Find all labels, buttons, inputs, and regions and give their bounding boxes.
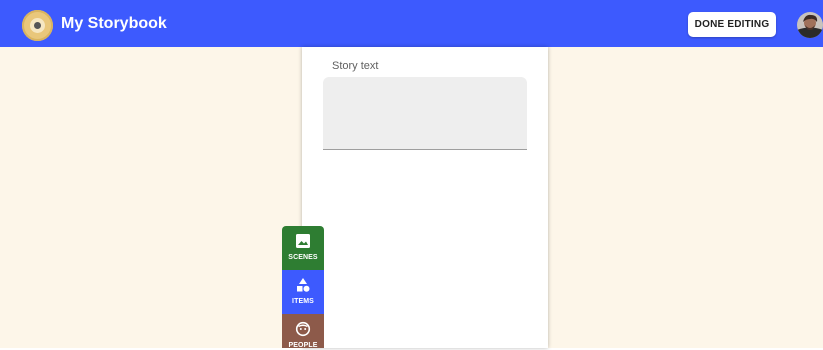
people-label: PEOPLE [288, 342, 318, 349]
app-bar: My Storybook DONE EDITING [0, 0, 823, 47]
people-tab[interactable]: PEOPLE [282, 314, 324, 349]
story-page: Story text [302, 47, 548, 348]
storybook-logo-icon [22, 10, 53, 41]
shapes-icon [295, 277, 311, 293]
user-avatar-icon[interactable] [797, 12, 823, 38]
image-icon [295, 233, 311, 249]
done-editing-button[interactable]: DONE EDITING [688, 12, 776, 37]
scenes-label: SCENES [288, 254, 318, 261]
items-label: ITEMS [292, 298, 314, 305]
story-text-input[interactable] [323, 77, 527, 150]
items-tab[interactable]: ITEMS [282, 270, 324, 314]
scenes-tab[interactable]: SCENES [282, 226, 324, 270]
app-title: My Storybook [61, 15, 167, 32]
story-text-label: Story text [332, 60, 379, 72]
face-icon [295, 321, 311, 337]
